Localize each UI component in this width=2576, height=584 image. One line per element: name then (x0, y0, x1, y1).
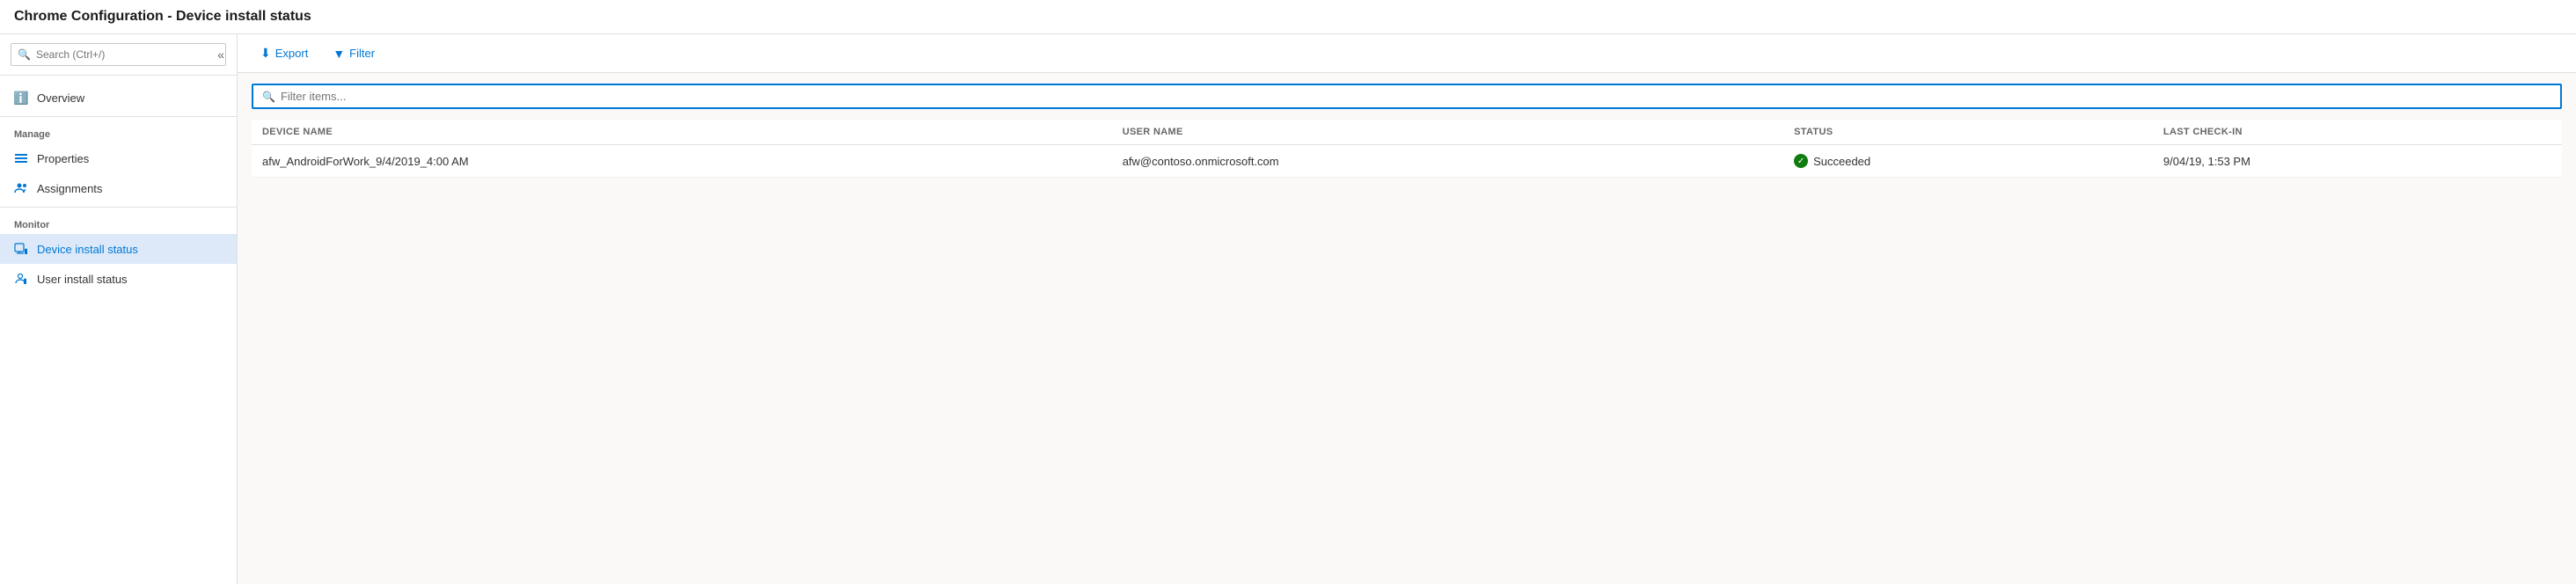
col-status: STATUS (1783, 120, 2153, 145)
sidebar-item-properties[interactable]: Properties (0, 143, 237, 173)
info-icon: ℹ️ (14, 91, 28, 105)
sidebar-item-label: Assignments (37, 182, 102, 195)
table-body: afw_AndroidForWork_9/4/2019_4:00 AMafw@c… (252, 145, 2562, 178)
toolbar: ⬇ Export ▼ Filter (238, 34, 2576, 73)
table-container: 🔍 DEVICE NAME USER NAME STATUS LAST CHEC… (238, 73, 2576, 584)
page-title: Chrome Configuration - Device install st… (0, 0, 2576, 34)
table-header: DEVICE NAME USER NAME STATUS LAST CHECK-… (252, 120, 2562, 145)
filter-bar: 🔍 (252, 84, 2562, 109)
cell-device-name: afw_AndroidForWork_9/4/2019_4:00 AM (252, 145, 1112, 178)
sidebar-search-container: 🔍 « (0, 34, 237, 76)
col-device-name: DEVICE NAME (252, 120, 1112, 145)
sidebar-section-monitor: Monitor (0, 211, 237, 234)
export-icon: ⬇ (260, 46, 271, 61)
cell-status: ✓ Succeeded (1783, 145, 2153, 178)
filter-icon: ▼ (333, 47, 345, 61)
success-icon: ✓ (1794, 154, 1808, 168)
sidebar-item-assignments[interactable]: Assignments (0, 173, 237, 203)
sidebar: 🔍 « ℹ️ Overview Manage (0, 34, 238, 584)
collapse-icon[interactable]: « (217, 47, 224, 62)
status-text: Succeeded (1813, 155, 1870, 168)
user-install-icon (14, 272, 28, 286)
sidebar-item-label: User install status (37, 273, 128, 286)
search-icon: 🔍 (18, 48, 31, 61)
sidebar-section-manage: Manage (0, 120, 237, 143)
cell-last-checkin: 9/04/19, 1:53 PM (2153, 145, 2562, 178)
data-table: DEVICE NAME USER NAME STATUS LAST CHECK-… (252, 120, 2562, 178)
filter-input[interactable] (281, 90, 2551, 103)
export-label: Export (275, 47, 309, 60)
filter-button[interactable]: ▼ Filter (324, 42, 384, 65)
cell-user-name: afw@contoso.onmicrosoft.com (1112, 145, 1783, 178)
assignments-icon (14, 181, 28, 195)
sidebar-divider-monitor (0, 207, 237, 208)
sidebar-item-overview[interactable]: ℹ️ Overview (0, 83, 237, 113)
sidebar-item-device-install-status[interactable]: Device install status (0, 234, 237, 264)
properties-icon (14, 151, 28, 165)
col-user-name: USER NAME (1112, 120, 1783, 145)
sidebar-item-label: Device install status (37, 243, 138, 256)
col-last-checkin: LAST CHECK-IN (2153, 120, 2562, 145)
sidebar-item-user-install-status[interactable]: User install status (0, 264, 237, 294)
table-row: afw_AndroidForWork_9/4/2019_4:00 AMafw@c… (252, 145, 2562, 178)
filter-search-icon: 🔍 (262, 91, 275, 103)
filter-label: Filter (349, 47, 375, 60)
sidebar-item-label: Overview (37, 91, 84, 105)
device-install-icon (14, 242, 28, 256)
export-button[interactable]: ⬇ Export (252, 41, 317, 65)
sidebar-item-label: Properties (37, 152, 89, 165)
sidebar-divider-manage (0, 116, 237, 117)
sidebar-nav: ℹ️ Overview Manage Properties (0, 76, 237, 301)
content-area: ⬇ Export ▼ Filter 🔍 DEVICE NAME USER NAM… (238, 34, 2576, 584)
search-input[interactable] (11, 43, 226, 66)
